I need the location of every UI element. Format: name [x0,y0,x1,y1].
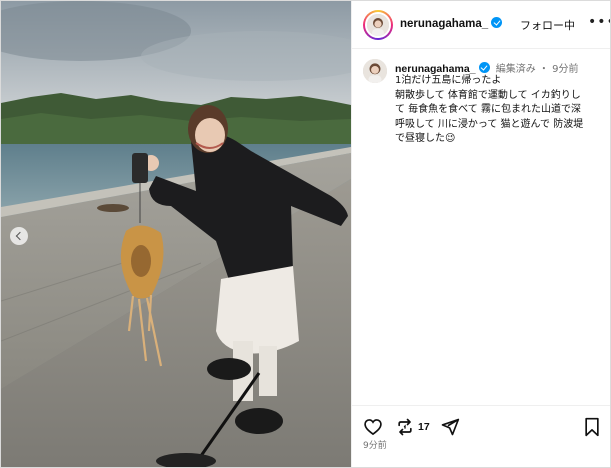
caption-line: で昼寝した😉 [395,133,456,145]
caption-text: 1泊だけ五島に帰ったよ 朝散歩して 体育館で運動して イカ釣りし て 毎食魚を食… [395,74,607,147]
repost-count: 17 [418,421,430,433]
action-bar: 17 [352,405,610,467]
avatar-portrait [367,14,389,36]
post-photo[interactable] [1,1,351,467]
instagram-post: nerunagahama_ フォロー中 ••• nerunagahama_ 編集… [0,0,611,468]
username[interactable]: nerunagahama_ [400,17,503,30]
avatar-image [365,12,391,38]
repost-icon[interactable] [395,417,415,437]
paper-plane-icon[interactable] [440,417,460,437]
caption-header: nerunagahama_ 編集済み ・ 9分前 [395,60,578,75]
heart-icon[interactable] [363,417,383,437]
avatar-portrait [363,59,387,83]
bookmark-icon[interactable] [583,417,601,437]
following-button[interactable]: フォロー中 [520,17,575,33]
caption-line: 朝散歩して 体育館で運動して イカ釣りし [395,89,581,101]
photo-illustration [1,1,351,467]
caption-avatar[interactable] [363,59,387,83]
chevron-left-icon [15,231,25,241]
caption-line: 呼吸して 川に浸かって 猫と遊んで 防波堤 [395,118,584,130]
carousel-prev-button[interactable] [10,227,28,245]
post-sidebar: nerunagahama_ フォロー中 ••• nerunagahama_ 編集… [351,1,610,467]
verified-badge-icon [478,62,490,73]
avatar[interactable] [363,10,393,40]
caption-line: て 毎食魚を食べて 霧に包まれた山道で深 [395,104,581,116]
post-timestamp[interactable]: 9分前 [363,438,387,451]
more-options-icon[interactable]: ••• [588,14,610,30]
verified-badge-icon [491,17,503,28]
post-header: nerunagahama_ フォロー中 ••• [352,1,610,49]
caption-line: 1泊だけ五島に帰ったよ [395,75,502,86]
